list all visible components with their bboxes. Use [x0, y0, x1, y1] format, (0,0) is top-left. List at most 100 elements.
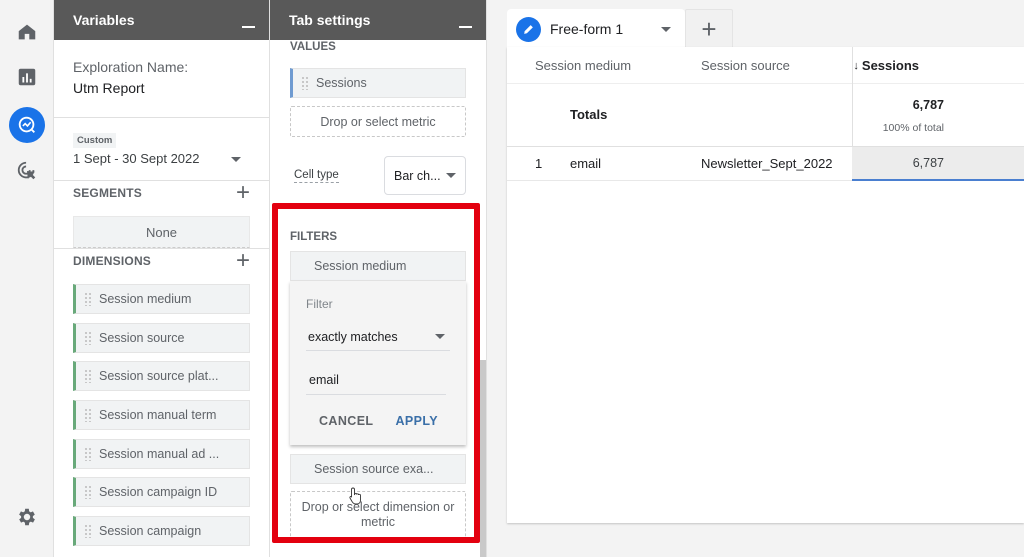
bar-chart-icon — [18, 68, 36, 86]
nav-explore[interactable] — [9, 107, 45, 143]
dimensions-section: DIMENSIONS + Session medium Session sour… — [54, 249, 269, 547]
date-preset-chip: Custom — [73, 133, 117, 148]
dimension-item[interactable]: Session medium — [73, 284, 250, 314]
dimension-item[interactable]: Session campaign — [73, 516, 250, 547]
dimension-item[interactable]: Session source plat... — [73, 361, 250, 392]
settings-button[interactable] — [9, 499, 45, 535]
filter-value-input[interactable]: email — [306, 365, 446, 395]
variables-panel: Variables Exploration Name: Utm Report C… — [54, 0, 270, 557]
values-title: VALUES — [290, 41, 336, 53]
tab-settings-scrollbar[interactable] — [480, 360, 486, 557]
drop-filter-zone[interactable]: Drop or select dimension or metric — [290, 491, 466, 538]
segment-none[interactable]: None — [73, 216, 250, 248]
tab-settings-panel: Tab settings VALUES Sessions Drop or sel… — [270, 0, 487, 557]
column-header-sessions[interactable]: ↓ Sessions — [852, 47, 1024, 84]
tab-strip: Free-form 1 + — [507, 9, 733, 49]
totals-row: Totals 6,787 100% of total — [507, 84, 1024, 147]
totals-sessions-cell: 6,787 100% of total — [852, 84, 1024, 147]
exploration-name-value[interactable]: Utm Report — [73, 80, 250, 96]
minimize-tab-settings-button[interactable] — [459, 26, 472, 28]
column-header-session-medium[interactable]: Session medium — [535, 58, 631, 73]
cell-sessions-value: 6,787 — [912, 156, 944, 170]
dimension-label: Session campaign — [99, 524, 202, 539]
drag-handle-icon[interactable] — [84, 524, 92, 539]
add-dimension-button[interactable]: + — [236, 249, 250, 273]
hand-cursor-icon — [349, 487, 361, 505]
add-segment-button[interactable]: + — [236, 181, 250, 205]
dimension-list: Session medium Session source Session so… — [73, 284, 250, 547]
dimension-item[interactable]: Session manual term — [73, 400, 250, 431]
exploration-name-label: Exploration Name: — [73, 59, 189, 75]
drag-handle-icon[interactable] — [84, 292, 92, 306]
totals-percent: 100% of total — [882, 122, 944, 134]
segments-title: SEGMENTS — [73, 186, 142, 200]
minimize-variables-button[interactable] — [242, 26, 255, 28]
totals-value: 6,787 — [912, 98, 944, 112]
apply-button[interactable]: APPLY — [395, 414, 438, 428]
cell-session-source: Newsletter_Sept_2022 — [701, 156, 833, 171]
date-range-value: 1 Sept - 30 Sept 2022 — [73, 151, 200, 166]
segments-section: SEGMENTS + None — [54, 181, 269, 249]
table-row[interactable]: 1 email Newsletter_Sept_2022 6,787 — [507, 147, 1024, 181]
column-header-session-source[interactable]: Session source — [701, 58, 790, 73]
dimension-label: Session source — [99, 330, 185, 345]
tab-free-form-1[interactable]: Free-form 1 — [507, 9, 685, 49]
drop-metric-zone[interactable]: Drop or select metric — [290, 106, 466, 137]
chevron-down-icon[interactable] — [661, 27, 671, 32]
cancel-button[interactable]: CANCEL — [319, 414, 373, 428]
nav-home[interactable] — [9, 14, 45, 50]
exploration-name-section: Exploration Name: Utm Report — [54, 59, 269, 118]
filter-item-session-medium[interactable]: Session medium — [290, 251, 466, 281]
cell-type-value: Bar ch... — [394, 168, 441, 183]
cell-type-select[interactable]: Bar ch... — [384, 156, 466, 195]
filters-title: FILTERS — [290, 231, 338, 243]
dimension-item[interactable]: Session source — [73, 322, 250, 353]
variables-title: Variables — [73, 12, 135, 28]
metric-label: Sessions — [316, 76, 367, 90]
tab-settings-title: Tab settings — [289, 12, 371, 28]
drag-handle-icon[interactable] — [84, 369, 92, 384]
nav-advertising[interactable] — [9, 153, 45, 189]
target-cursor-icon — [17, 161, 36, 180]
drag-handle-icon[interactable] — [84, 446, 92, 461]
dimension-item[interactable]: Session manual ad ... — [73, 438, 250, 469]
free-form-table: Session medium Session source ↓ Sessions… — [507, 47, 1024, 523]
drag-handle-icon[interactable] — [84, 408, 92, 423]
app-root: Variables Exploration Name: Utm Report C… — [0, 0, 1024, 557]
nav-rail — [0, 0, 54, 557]
drag-handle-icon[interactable] — [301, 76, 309, 90]
chevron-down-icon[interactable] — [231, 157, 241, 162]
tab-label: Free-form 1 — [550, 21, 624, 37]
gear-icon — [19, 508, 35, 526]
filter-item-session-source[interactable]: Session source exa... — [290, 454, 466, 484]
dimension-label: Session manual ad ... — [99, 446, 220, 461]
match-type-value: exactly matches — [308, 329, 398, 344]
totals-label: Totals — [570, 107, 608, 122]
pencil-icon — [516, 16, 541, 42]
filter-popup: Filter exactly matches email CANCEL APPL… — [290, 281, 466, 445]
metric-item-sessions[interactable]: Sessions — [290, 68, 466, 98]
table-header-row: Session medium Session source ↓ Sessions — [507, 47, 1024, 84]
nav-reports[interactable] — [9, 59, 45, 95]
date-range-picker[interactable]: Custom 1 Sept - 30 Sept 2022 — [54, 118, 269, 181]
drag-handle-icon[interactable] — [84, 485, 92, 500]
dimension-label: Session manual term — [99, 408, 217, 423]
chevron-down-icon — [446, 173, 456, 178]
filter-popup-label: Filter — [306, 297, 333, 311]
cell-type-row: Cell type Bar ch... — [290, 156, 466, 195]
chevron-down-icon — [435, 334, 445, 339]
variables-panel-header: Variables — [54, 0, 269, 40]
dimension-label: Session source plat... — [99, 369, 219, 384]
dimension-label: Session medium — [99, 292, 192, 306]
column-header-sessions-label: Sessions — [861, 58, 919, 73]
dimension-item[interactable]: Session campaign ID — [73, 477, 250, 508]
dimensions-title: DIMENSIONS — [73, 254, 152, 268]
sort-arrow-icon: ↓ — [853, 59, 859, 72]
dimension-label: Session campaign ID — [99, 485, 218, 500]
explore-icon — [18, 116, 35, 133]
home-icon — [18, 24, 36, 40]
match-type-select[interactable]: exactly matches — [306, 323, 450, 351]
drag-handle-icon[interactable] — [84, 330, 92, 345]
row-index: 1 — [535, 156, 543, 171]
add-tab-button[interactable]: + — [685, 9, 733, 48]
